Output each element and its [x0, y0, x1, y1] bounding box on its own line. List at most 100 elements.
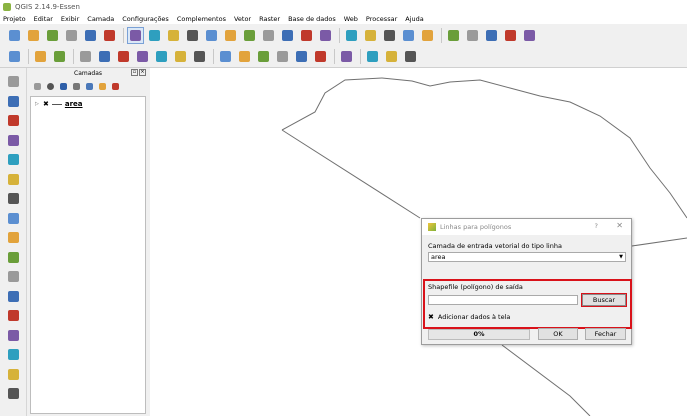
zoom-last-icon[interactable]	[279, 27, 296, 44]
add-postgis-layer-icon[interactable]	[5, 112, 22, 129]
menu-item-projeto[interactable]: Projeto	[3, 15, 26, 23]
browse-button[interactable]: Buscar	[581, 293, 627, 307]
help-button[interactable]: ?	[595, 222, 598, 230]
layer-visibility-checkbox[interactable]: ✖	[43, 100, 49, 108]
menu-item-camada[interactable]: Camada	[87, 15, 114, 23]
add-vector-layer-icon[interactable]	[5, 73, 22, 90]
new-project-icon[interactable]	[6, 27, 23, 44]
paste-features-icon[interactable]	[191, 48, 208, 65]
filter-expression-icon[interactable]	[70, 80, 82, 92]
csw-icon[interactable]	[338, 48, 355, 65]
menu-item-exibir[interactable]: Exibir	[61, 15, 79, 23]
current-edits-icon[interactable]	[6, 48, 23, 65]
change-label-icon[interactable]	[312, 48, 329, 65]
add-wcs-layer-icon[interactable]	[5, 210, 22, 227]
zoom-out-icon[interactable]	[203, 27, 220, 44]
copy-features-icon[interactable]	[172, 48, 189, 65]
identify-icon[interactable]	[343, 27, 360, 44]
print-composer-icon[interactable]	[82, 27, 99, 44]
add-wms-layer-icon[interactable]	[5, 190, 22, 207]
expand-all-icon[interactable]	[83, 80, 95, 92]
area-line-feature-2	[281, 129, 421, 219]
remove-layer-icon[interactable]	[109, 80, 121, 92]
close-icon[interactable]: ✕	[616, 221, 623, 230]
add-spatialite-layer-icon[interactable]	[5, 132, 22, 149]
menu-item-complementos[interactable]: Complementos	[177, 15, 226, 23]
gps-tool-icon[interactable]	[5, 366, 22, 383]
add-oracle-layer-icon[interactable]	[5, 171, 22, 188]
refresh-icon[interactable]	[317, 27, 334, 44]
deselect-features-icon[interactable]	[381, 27, 398, 44]
show-hide-labels-icon[interactable]	[255, 48, 272, 65]
digitize-icon[interactable]	[5, 346, 22, 363]
zoom-full-icon[interactable]	[222, 27, 239, 44]
tree-expand-icon[interactable]: ▷	[35, 101, 40, 107]
label-icon[interactable]	[502, 27, 519, 44]
add-delimited-text-icon[interactable]	[5, 249, 22, 266]
add-wfs-layer-icon[interactable]	[5, 229, 22, 246]
close-button[interactable]: Fechar	[585, 328, 626, 340]
layer-item-area[interactable]: ▷ ✖ area	[35, 100, 83, 108]
zoom-in-icon[interactable]	[184, 27, 201, 44]
statistics-icon[interactable]	[419, 27, 436, 44]
select-features-icon[interactable]	[362, 27, 379, 44]
filter-icon[interactable]	[57, 80, 69, 92]
cut-features-icon[interactable]	[153, 48, 170, 65]
zoom-selection-icon[interactable]	[241, 27, 258, 44]
menu-item-configurações[interactable]: Configurações	[122, 15, 169, 23]
open-project-icon[interactable]	[25, 27, 42, 44]
save-as-icon[interactable]	[63, 27, 80, 44]
digitizing-toolbar	[0, 46, 687, 68]
move-feature-icon[interactable]	[96, 48, 113, 65]
add-to-canvas-checkbox[interactable]: ✖ Adicionar dados à tela	[428, 313, 510, 321]
move-label-icon[interactable]	[274, 48, 291, 65]
new-temporary-icon[interactable]	[5, 307, 22, 324]
collapse-all-icon[interactable]	[96, 80, 108, 92]
pan-selection-icon[interactable]	[127, 26, 144, 44]
new-shapefile-icon[interactable]	[5, 268, 22, 285]
output-shapefile-input[interactable]	[428, 295, 578, 305]
new-spatialite-icon[interactable]	[5, 288, 22, 305]
annotation-icon[interactable]	[464, 27, 481, 44]
style-manager-icon[interactable]	[31, 80, 43, 92]
float-panel-button[interactable]: ▫	[131, 69, 138, 76]
save-project-icon[interactable]	[44, 27, 61, 44]
delete-selected-icon[interactable]	[134, 48, 151, 65]
zoom-next-icon[interactable]	[298, 27, 315, 44]
menu-item-raster[interactable]: Raster	[259, 15, 280, 23]
attribute-table-icon[interactable]	[400, 27, 417, 44]
add-to-canvas-label: Adicionar dados à tela	[437, 313, 511, 321]
georeferencer-icon[interactable]	[5, 385, 22, 402]
label-tool-icon[interactable]	[217, 48, 234, 65]
composer-manager-icon[interactable]	[101, 27, 118, 44]
menu-item-web[interactable]: Web	[344, 15, 358, 23]
save-edits-icon[interactable]	[51, 48, 68, 65]
line-symbol-icon	[51, 103, 62, 105]
geometry-tool-icon[interactable]	[402, 48, 419, 65]
python-console-icon[interactable]	[364, 48, 381, 65]
zoom-layer-icon[interactable]	[260, 27, 277, 44]
menu-item-ajuda[interactable]: Ajuda	[405, 15, 423, 23]
input-layer-select[interactable]: area ▼	[428, 252, 626, 262]
menu-item-processar[interactable]: Processar	[366, 15, 397, 23]
toggle-editing-icon[interactable]	[32, 48, 49, 65]
help-icon[interactable]	[521, 27, 538, 44]
ok-button[interactable]: OK	[538, 328, 578, 340]
menu-item-editar[interactable]: Editar	[34, 15, 53, 23]
map-tips-icon[interactable]	[483, 27, 500, 44]
visibility-icon[interactable]	[44, 80, 56, 92]
pin-labels-icon[interactable]	[236, 48, 253, 65]
pan-to-selection-icon[interactable]	[165, 27, 182, 44]
close-panel-button[interactable]: ×	[139, 69, 146, 76]
rotate-label-icon[interactable]	[293, 48, 310, 65]
add-feature-icon[interactable]	[77, 48, 94, 65]
add-raster-layer-icon[interactable]	[5, 93, 22, 110]
add-feature-icon[interactable]	[5, 327, 22, 344]
add-mssql-layer-icon[interactable]	[5, 151, 22, 168]
measure-icon[interactable]	[445, 27, 462, 44]
wkt-icon[interactable]	[383, 48, 400, 65]
pan-icon-icon[interactable]	[146, 27, 163, 44]
node-tool-icon[interactable]	[115, 48, 132, 65]
menu-item-vetor[interactable]: Vetor	[234, 15, 251, 23]
menu-item-base-de-dados[interactable]: Base de dados	[288, 15, 336, 23]
